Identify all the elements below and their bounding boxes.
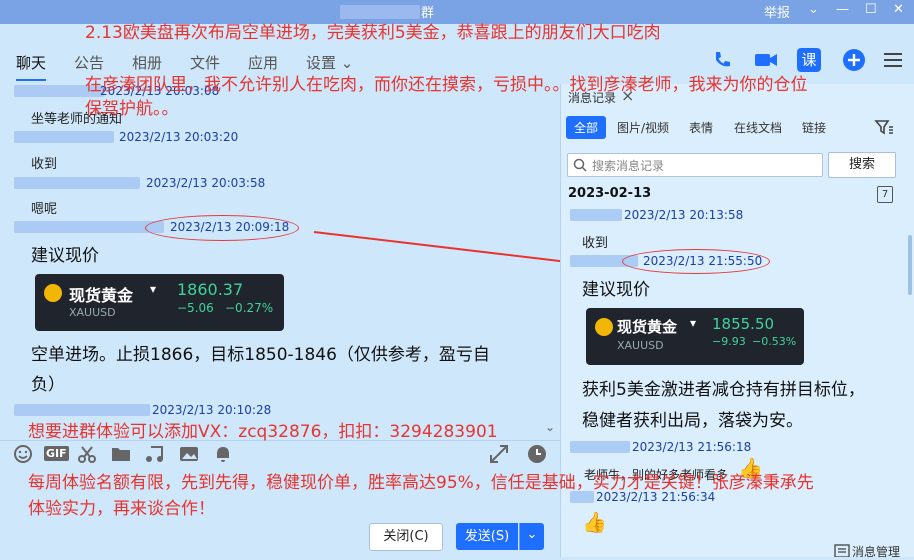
history-search-box[interactable]: 搜索消息记录 xyxy=(567,153,823,177)
history-clock-icon[interactable] xyxy=(526,443,548,465)
message-time: 2023/2/13 20:10:28 xyxy=(152,403,272,417)
message-text: 收到 xyxy=(31,157,58,172)
report-dropdown-icon[interactable]: ⌄ xyxy=(808,2,819,17)
history-message-text: 收到 xyxy=(582,236,609,251)
more-menu-icon[interactable] xyxy=(882,50,904,70)
quote-price: 1855.50 xyxy=(712,315,775,333)
overlay-text-line6: 体验实力，再来谈合作！ xyxy=(28,499,215,519)
filter-links[interactable]: 链接 xyxy=(802,119,826,136)
screenshot-scissors-icon[interactable] xyxy=(76,443,98,465)
emoji-icon[interactable] xyxy=(12,443,34,465)
red-arrow xyxy=(313,231,584,270)
calendar-icon[interactable]: 7 xyxy=(877,186,893,203)
blurred-group-name xyxy=(340,5,420,19)
overlay-text-line1: 2.13欧美盘再次布局空单进场，完美获利5美金，恭喜跟上的朋友们大口吃肉 xyxy=(85,23,661,43)
blurred-sender xyxy=(570,441,630,453)
gold-coin-icon xyxy=(595,318,613,336)
history-gold-quote-card[interactable]: 现货黄金 ▾ XAUUSD 1855.50 −9.93 −0.53% xyxy=(586,308,804,365)
quote-name: 现货黄金 xyxy=(617,318,678,336)
overlay-text-line4: 想要进群体验可以添加VX：zcq32876，扣扣：3294283901 xyxy=(28,422,498,442)
quote-caret: ▾ xyxy=(150,282,157,296)
highlight-oval xyxy=(622,249,770,274)
image-icon[interactable] xyxy=(178,444,200,464)
send-options-dropdown[interactable]: ⌄ xyxy=(519,523,544,550)
message-time: 2023/2/13 20:03:20 xyxy=(119,130,239,144)
close-button[interactable]: 关闭(C) xyxy=(369,523,443,551)
maximize-button[interactable]: ☐ xyxy=(865,2,877,17)
history-message-text: 获利5美金激进者减仓持有拼目标位， xyxy=(582,380,865,400)
expand-icon[interactable] xyxy=(488,443,510,465)
search-placeholder: 搜索消息记录 xyxy=(592,159,665,173)
close-window-button[interactable]: ✕ xyxy=(893,2,904,17)
history-scrollbar[interactable] xyxy=(908,235,912,295)
bell-icon[interactable] xyxy=(212,444,234,464)
blurred-sender xyxy=(14,177,140,189)
course-button[interactable]: 课 xyxy=(797,48,821,72)
filter-funnel-icon[interactable] xyxy=(874,118,894,136)
quote-percent: −0.53% xyxy=(752,335,797,348)
history-message-time: 2023/2/13 20:13:58 xyxy=(624,208,744,222)
filter-stickers[interactable]: 表情 xyxy=(689,119,713,136)
quote-name: 现货黄金 xyxy=(69,286,134,305)
quote-price: 1860.37 xyxy=(177,280,244,299)
send-button[interactable]: 发送(S) xyxy=(456,523,518,550)
tab-files[interactable]: 文件 xyxy=(190,52,220,73)
search-icon xyxy=(573,158,587,172)
minimize-button[interactable]: — xyxy=(836,2,849,17)
overlay-text-line2: 在彦溱团队里，我不允许别人在吃肉，而你还在摸索，亏损中。。找到彦溱老师，我来为你… xyxy=(85,75,808,95)
history-message-text: 稳健者获利出局，落袋为安。 xyxy=(582,411,803,431)
gold-coin-icon xyxy=(44,284,62,302)
overlay-text-line3: 保驾护航。。 xyxy=(85,99,179,119)
gif-icon[interactable]: GIF xyxy=(44,446,69,461)
overlay-text-line5: 每周体验名额有限，先到先得，稳健现价单，胜率高达95%，信任是基础，实力才是关键… xyxy=(28,473,814,493)
blurred-sender xyxy=(570,209,622,221)
quote-change: −5.06 xyxy=(177,301,214,315)
collapse-chevron-icon[interactable]: ⌄ xyxy=(545,420,555,434)
quote-change: −9.93 xyxy=(712,335,746,348)
tab-settings[interactable]: 设置 ⌄ xyxy=(306,52,353,73)
voice-call-icon[interactable] xyxy=(710,48,734,72)
history-search-button[interactable]: 搜索 xyxy=(828,152,896,178)
message-text: 建议现价 xyxy=(31,246,99,266)
add-icon[interactable] xyxy=(841,47,867,73)
message-manage-icon[interactable] xyxy=(834,544,850,557)
message-text-continued: 负） xyxy=(31,375,65,395)
video-call-icon[interactable] xyxy=(753,48,779,72)
filter-all[interactable]: 全部 xyxy=(566,116,607,139)
highlight-oval xyxy=(145,215,299,241)
blurred-sender xyxy=(14,221,164,233)
quote-symbol: XAUUSD xyxy=(617,339,664,352)
thumbs-up-emoji: 👍 xyxy=(582,510,607,534)
message-time: 2023/2/13 20:03:58 xyxy=(146,176,266,190)
quote-percent: −0.27% xyxy=(225,301,274,315)
filter-online-docs[interactable]: 在线文档 xyxy=(734,119,782,136)
history-message-text: 建议现价 xyxy=(582,280,650,300)
tab-chat[interactable]: 聊天 xyxy=(16,52,47,81)
folder-icon[interactable] xyxy=(110,444,132,464)
filter-images-videos[interactable]: 图片/视频 xyxy=(617,119,669,136)
quote-symbol: XAUUSD xyxy=(69,306,116,319)
message-text: 嗯呢 xyxy=(31,202,58,217)
tab-announcement[interactable]: 公告 xyxy=(74,52,104,73)
blurred-sender xyxy=(14,404,150,416)
history-date: 2023-02-13 xyxy=(568,186,652,201)
report-button[interactable]: 举报 xyxy=(764,2,790,21)
music-icon[interactable] xyxy=(144,444,166,464)
tab-album[interactable]: 相册 xyxy=(132,52,162,73)
tab-apps[interactable]: 应用 xyxy=(248,52,278,73)
history-message-time: 2023/2/13 21:56:18 xyxy=(632,440,752,454)
gold-quote-card[interactable]: 现货黄金 ▾ XAUUSD 1860.37 −5.06 −0.27% xyxy=(35,274,284,331)
message-manage-button[interactable]: 消息管理 xyxy=(852,543,900,560)
message-text: 空单进场。止损1866，目标1850-1846（仅供参考，盈亏自 xyxy=(31,345,490,365)
quote-caret: ▾ xyxy=(690,316,697,330)
blurred-sender xyxy=(14,131,114,143)
window-title: 群 xyxy=(421,6,435,21)
